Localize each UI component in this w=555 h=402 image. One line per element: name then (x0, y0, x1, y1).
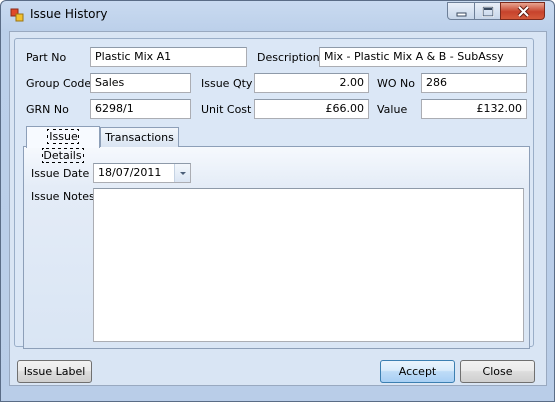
issue-history-window: Issue History Part No Plastic Mix A1 Des… (0, 0, 555, 402)
tab-transactions-label: Transactions (105, 131, 174, 144)
window-title: Issue History (30, 7, 108, 21)
issue-notes-field[interactable] (93, 188, 524, 342)
value-field[interactable]: £132.00 (421, 99, 527, 119)
close-icon (517, 5, 530, 18)
issue-date-dropdown-button[interactable] (174, 164, 190, 182)
unit-cost-field[interactable]: £66.00 (254, 99, 369, 119)
part-no-field[interactable]: Plastic Mix A1 (90, 47, 247, 67)
maximize-icon (482, 6, 494, 17)
description-label: Description (257, 51, 320, 64)
grn-no-label: GRN No (26, 103, 69, 116)
minimize-button[interactable] (447, 2, 475, 20)
application-icon (10, 8, 24, 22)
close-button[interactable]: Close (460, 360, 535, 383)
unit-cost-label: Unit Cost (201, 103, 252, 116)
grn-no-field[interactable]: 6298/1 (90, 99, 191, 119)
issue-date-picker[interactable]: 18/07/2011 (93, 163, 191, 183)
title-bar[interactable]: Issue History (1, 1, 554, 28)
minimize-icon (456, 12, 467, 17)
issue-date-label: Issue Date (31, 167, 90, 180)
tab-issue-details-label: Issue Details (42, 129, 84, 163)
part-no-label: Part No (26, 51, 67, 64)
issue-date-value: 18/07/2011 (98, 166, 162, 179)
tab-transactions[interactable]: Transactions (100, 127, 179, 147)
tab-issue-details[interactable]: Issue Details (26, 126, 100, 163)
issue-label-button[interactable]: Issue Label (17, 360, 92, 383)
value-label: Value (377, 103, 408, 116)
wo-no-label: WO No (377, 77, 415, 90)
issue-qty-label: Issue Qty (201, 77, 253, 90)
issue-notes-label: Issue Notes (31, 190, 95, 203)
maximize-button[interactable] (474, 2, 501, 20)
chevron-down-icon (180, 172, 186, 175)
description-field[interactable]: Mix - Plastic Mix A & B - SubAssy (319, 47, 527, 67)
wo-no-field[interactable]: 286 (421, 73, 527, 93)
close-window-button[interactable] (500, 2, 545, 20)
group-code-field[interactable]: Sales (90, 73, 191, 93)
accept-button[interactable]: Accept (380, 360, 455, 383)
issue-qty-field[interactable]: 2.00 (254, 73, 369, 93)
group-code-label: Group Code (26, 77, 92, 90)
